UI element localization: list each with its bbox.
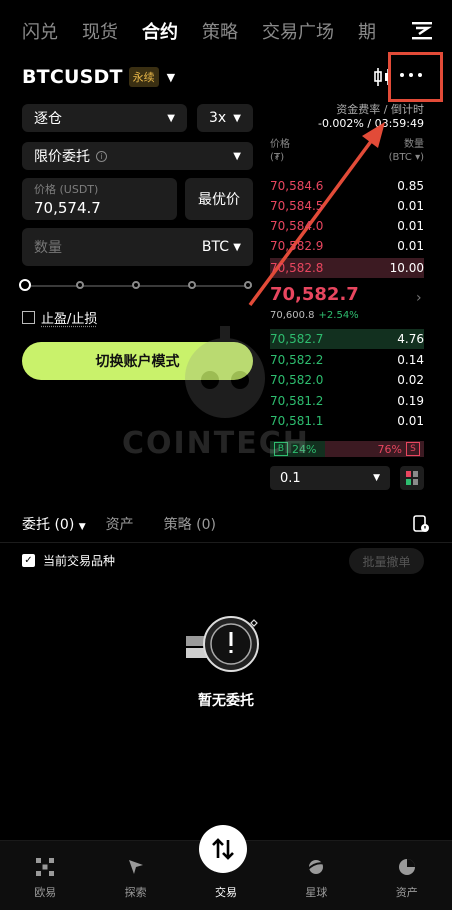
current-instrument-filter[interactable]: ✓ 当前交易品种 — [22, 552, 115, 569]
caret-down-icon: ▼ — [166, 70, 176, 84]
caret-down-icon: ▼ — [78, 522, 86, 532]
qty-unit-select[interactable]: (BTC ▾) — [389, 151, 424, 164]
bid-row[interactable]: 70,581.1 0.01 — [270, 411, 424, 431]
funding-rate: -0.002% — [317, 117, 364, 130]
price-step-select[interactable]: 0.1 ▼ — [270, 466, 390, 490]
ask-row[interactable]: 70,584.6 0.85 — [270, 176, 424, 196]
nav-assets[interactable]: 资产 — [367, 854, 447, 900]
sell-tag: S — [406, 442, 420, 456]
nav-okx[interactable]: 欧易 — [5, 854, 85, 900]
tab-futures[interactable]: 合约 — [142, 18, 178, 44]
order-type-select[interactable]: 限价委托 i ▼ — [22, 142, 253, 170]
best-price-button[interactable]: 最优价 — [185, 178, 253, 220]
tpsl-checkbox[interactable] — [22, 311, 35, 324]
pie-chart-icon — [367, 854, 447, 880]
order-history-icon[interactable] — [412, 515, 430, 533]
highlight-annotation-box — [388, 52, 443, 102]
pair-symbol: BTCUSDT — [22, 66, 123, 88]
price-input[interactable]: 价格 (USDT) 70,574.7 — [22, 178, 177, 220]
caret-down-icon: ▼ — [373, 473, 380, 483]
tpsl-toggle[interactable]: 止盈/止损 — [22, 308, 97, 327]
tab-open-orders[interactable]: 委托 (0) ▼ — [22, 514, 86, 534]
slider-handle[interactable] — [19, 279, 31, 291]
okx-logo-icon — [5, 854, 85, 880]
caret-down-icon: ▼ — [233, 241, 241, 253]
quantity-slider[interactable] — [19, 279, 252, 291]
funding-countdown: 03:59:49 — [374, 117, 424, 130]
tab-trading-square[interactable]: 交易广场 — [262, 18, 334, 44]
empty-orders-label: 暂无委托 — [198, 693, 254, 709]
chevron-right-icon[interactable]: › — [416, 290, 422, 306]
caret-down-icon: ▼ — [233, 112, 241, 124]
orders-tabs: 委托 (0) ▼ 资产 策略 (0) — [22, 514, 236, 534]
tab-flash-swap[interactable]: 闪兑 — [22, 18, 58, 44]
tab-strategy-orders[interactable]: 策略 (0) — [164, 514, 216, 534]
tab-spot[interactable]: 现货 — [82, 18, 118, 44]
bid-row[interactable]: 70,582.2 0.14 — [270, 350, 424, 370]
tab-strategy[interactable]: 策略 — [202, 18, 238, 44]
batch-cancel-button[interactable]: 批量撤单 — [349, 548, 424, 574]
funding-info: 资金费率 / 倒计时 -0.002% / 03:59:49 — [317, 103, 424, 130]
empty-orders-icon — [183, 614, 263, 674]
quantity-input[interactable]: 数量 BTC ▼ — [22, 228, 253, 266]
menu-icon[interactable] — [410, 20, 434, 42]
mark-price-line: 70,600.8 +2.54% — [270, 310, 359, 321]
buy-sell-ratio-bar: B 24% 76% S — [270, 441, 424, 457]
ask-row[interactable]: 70,582.8 10.00 — [270, 258, 424, 278]
quantity-unit[interactable]: BTC — [202, 239, 229, 255]
compass-icon — [96, 854, 176, 880]
caret-down-icon: ▼ — [233, 150, 241, 162]
sell-ratio: 76% — [377, 442, 402, 456]
layout-icon — [406, 471, 418, 485]
tpsl-label: 止盈/止损 — [41, 312, 98, 327]
buy-ratio: 24% — [292, 442, 317, 456]
buy-tag: B — [274, 442, 288, 456]
funding-label: 资金费率 / 倒计时 — [336, 103, 424, 116]
trade-swap-button[interactable] — [199, 825, 247, 873]
divider — [0, 542, 452, 543]
perpetual-badge: 永续 — [128, 67, 159, 87]
pair-header[interactable]: BTCUSDT 永续 ▼ — [22, 64, 434, 90]
bid-row[interactable]: 70,581.2 0.19 — [270, 391, 424, 411]
info-icon[interactable]: i — [96, 150, 107, 162]
switch-account-mode-button[interactable]: 切换账户模式 — [22, 342, 253, 380]
orderbook-layout-button[interactable] — [400, 466, 424, 490]
nav-planet[interactable]: 星球 — [276, 854, 356, 900]
bid-row[interactable]: 70,582.0 0.02 — [270, 370, 424, 390]
orderbook-header: 价格 (₮) 数量 (BTC ▾) — [270, 139, 424, 164]
planet-icon — [276, 854, 356, 880]
top-tabs: 闪兑 现货 合约 策略 交易广场 期 — [0, 0, 452, 62]
ask-row[interactable]: 70,582.9 0.01 — [270, 236, 424, 256]
tab-assets[interactable]: 资产 — [106, 514, 134, 534]
bid-row[interactable]: 70,582.7 4.76 — [270, 329, 424, 349]
swap-arrows-icon — [212, 838, 234, 860]
last-price[interactable]: 70,582.7 — [270, 284, 359, 305]
checkmark-icon[interactable]: ✓ — [22, 554, 35, 567]
mark-price: 70,600.8 — [270, 310, 315, 321]
nav-explore[interactable]: 探索 — [96, 854, 176, 900]
leverage-select[interactable]: 3x ▼ — [197, 104, 253, 132]
tab-options[interactable]: 期 — [358, 18, 376, 44]
caret-down-icon: ▼ — [167, 112, 175, 124]
ask-row[interactable]: 70,584.0 0.01 — [270, 216, 424, 236]
price-change: +2.54% — [318, 310, 359, 321]
margin-mode-select[interactable]: 逐仓 ▼ — [22, 104, 187, 132]
ask-row[interactable]: 70,584.5 0.01 — [270, 196, 424, 216]
